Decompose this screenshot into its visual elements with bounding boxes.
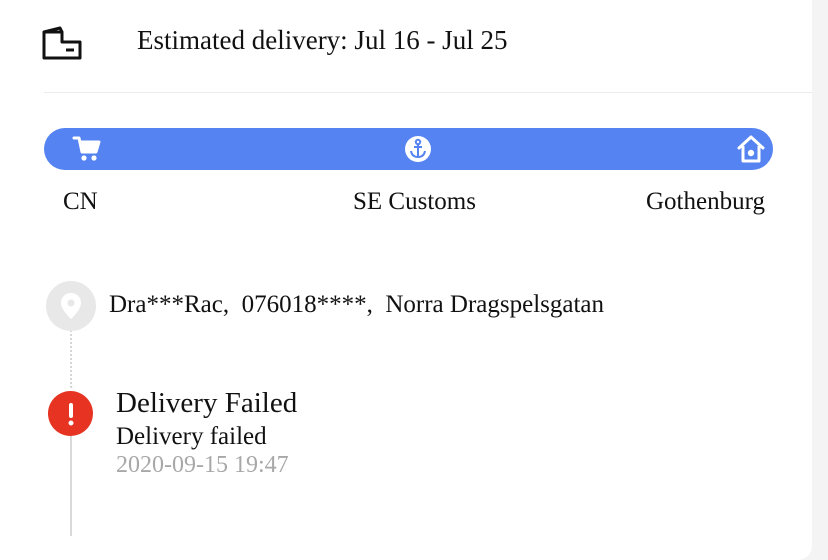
delivery-address: Dra***Rac, 076018****, Norra Dragspelsga…	[109, 291, 605, 318]
delivery-truck-icon	[40, 24, 84, 64]
anchor-icon	[402, 128, 434, 170]
alert-icon	[48, 391, 93, 436]
estimated-delivery-text: Estimated delivery: Jul 16 - Jul 25	[137, 25, 508, 55]
tracking-card: Estimated delivery: Jul 16 - Jul 25 CN S…	[0, 0, 812, 560]
event-timestamp: 2020-09-15 19:47	[116, 452, 289, 478]
cart-icon	[70, 128, 104, 170]
stage-label-origin: CN	[63, 188, 98, 215]
shipping-progress-bar	[44, 128, 773, 170]
timeline-line	[70, 432, 72, 536]
event-description: Delivery failed	[116, 423, 267, 450]
divider	[44, 92, 812, 93]
stage-label-customs: SE Customs	[353, 188, 476, 215]
location-pin-icon	[46, 281, 96, 331]
home-icon	[734, 128, 768, 170]
estimated-delivery-row: Estimated delivery: Jul 16 - Jul 25	[0, 0, 812, 92]
timeline-connector	[70, 330, 72, 388]
event-status-title: Delivery Failed	[116, 387, 298, 419]
stage-label-destination: Gothenburg	[646, 188, 765, 215]
